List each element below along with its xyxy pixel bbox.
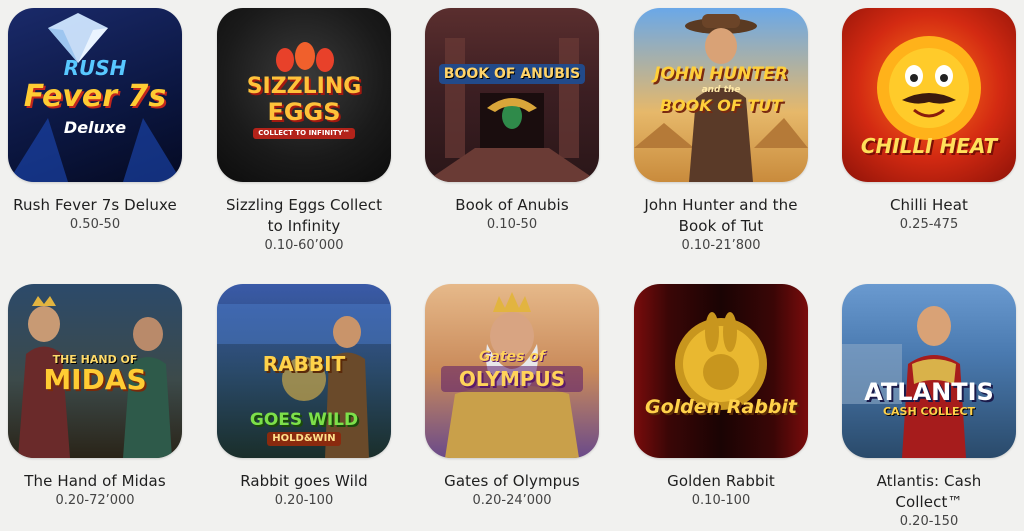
game-thumbnail[interactable]: CHILLI HEAT	[842, 8, 1016, 182]
egg-icon	[276, 42, 334, 72]
game-thumbnail[interactable]: Golden Rabbit	[634, 284, 808, 458]
game-title[interactable]: Rabbit goes Wild	[217, 471, 391, 492]
game-card-john-hunter[interactable]: JOHN HUNTER and the BOOK OF TUT John Hun…	[634, 8, 808, 255]
bet-range: 0.10-21’800	[681, 238, 761, 253]
game-thumbnail[interactable]: RABBIT GOES WILD HOLD&WIN	[217, 284, 391, 458]
game-title[interactable]: Atlantis: Cash Collect™	[842, 471, 1016, 513]
game-thumbnail[interactable]: THE HAND OF MIDAS	[8, 284, 182, 458]
game-thumbnail[interactable]: Gates of OLYMPUS	[425, 284, 599, 458]
game-card-rush-fever-7s-deluxe[interactable]: RUSH Fever 7s Deluxe Rush Fever 7s Delux…	[8, 8, 182, 234]
coin-rabbit-icon	[675, 312, 767, 410]
scarab-icon	[425, 38, 599, 182]
king-icon	[18, 296, 172, 458]
explorer-icon	[634, 14, 808, 182]
bet-range: 0.50-50	[69, 217, 121, 232]
game-title[interactable]: The Hand of Midas	[8, 471, 182, 492]
game-thumbnail[interactable]: ATLANTIS CASH COLLECT	[842, 284, 1016, 458]
bet-range: 0.10-100	[691, 493, 751, 508]
game-thumbnail[interactable]: BOOK OF ANUBIS	[425, 8, 599, 182]
game-card-rabbit-goes-wild[interactable]: RABBIT GOES WILD HOLD&WIN Rabbit goes Wi…	[217, 284, 391, 510]
game-card-chilli-heat[interactable]: CHILLI HEAT Chilli Heat 0.25-475	[842, 8, 1016, 234]
bet-range: 0.10-50	[486, 217, 538, 232]
game-card-book-of-anubis[interactable]: BOOK OF ANUBIS Book of Anubis 0.10-50	[425, 8, 599, 234]
explorer-icon	[217, 304, 391, 458]
diamond-icon	[8, 13, 182, 182]
bet-range: 0.10-60’000	[264, 238, 344, 253]
game-title[interactable]: John Hunter and the Book of Tut	[634, 195, 808, 237]
game-title[interactable]: Book of Anubis	[425, 195, 599, 216]
game-thumbnail[interactable]: SIZZLING EGGS COLLECT TO INFINITY™	[217, 8, 391, 182]
game-card-sizzling-eggs[interactable]: SIZZLING EGGS COLLECT TO INFINITY™ Sizzl…	[217, 8, 391, 255]
game-card-gates-of-olympus[interactable]: Gates of OLYMPUS Gates of Olympus 0.20-2…	[425, 284, 599, 510]
game-title[interactable]: Rush Fever 7s Deluxe	[8, 195, 182, 216]
warrior-icon	[842, 306, 966, 458]
game-card-atlantis[interactable]: ATLANTIS CASH COLLECT Atlantis: Cash Col…	[842, 284, 1016, 531]
zeus-icon	[445, 292, 579, 458]
bet-range: 0.20-100	[274, 493, 334, 508]
bet-range: 0.20-24’000	[472, 493, 552, 508]
bet-range: 0.20-72’000	[55, 493, 135, 508]
sun-face-icon	[877, 36, 981, 140]
bet-range: 0.20-150	[899, 514, 959, 529]
game-title[interactable]: Golden Rabbit	[634, 471, 808, 492]
game-title[interactable]: Gates of Olympus	[425, 471, 599, 492]
bet-range: 0.25-475	[899, 217, 959, 232]
game-card-golden-rabbit[interactable]: Golden Rabbit Golden Rabbit 0.10-100	[634, 284, 808, 510]
game-title[interactable]: Sizzling Eggs Collect to Infinity	[217, 195, 391, 237]
game-title[interactable]: Chilli Heat	[842, 195, 1016, 216]
game-thumbnail[interactable]: JOHN HUNTER and the BOOK OF TUT	[634, 8, 808, 182]
game-thumbnail[interactable]: RUSH Fever 7s Deluxe	[8, 8, 182, 182]
game-grid: RUSH Fever 7s Deluxe Rush Fever 7s Delux…	[0, 0, 1024, 529]
game-card-hand-of-midas[interactable]: THE HAND OF MIDAS The Hand of Midas 0.20…	[8, 284, 182, 510]
